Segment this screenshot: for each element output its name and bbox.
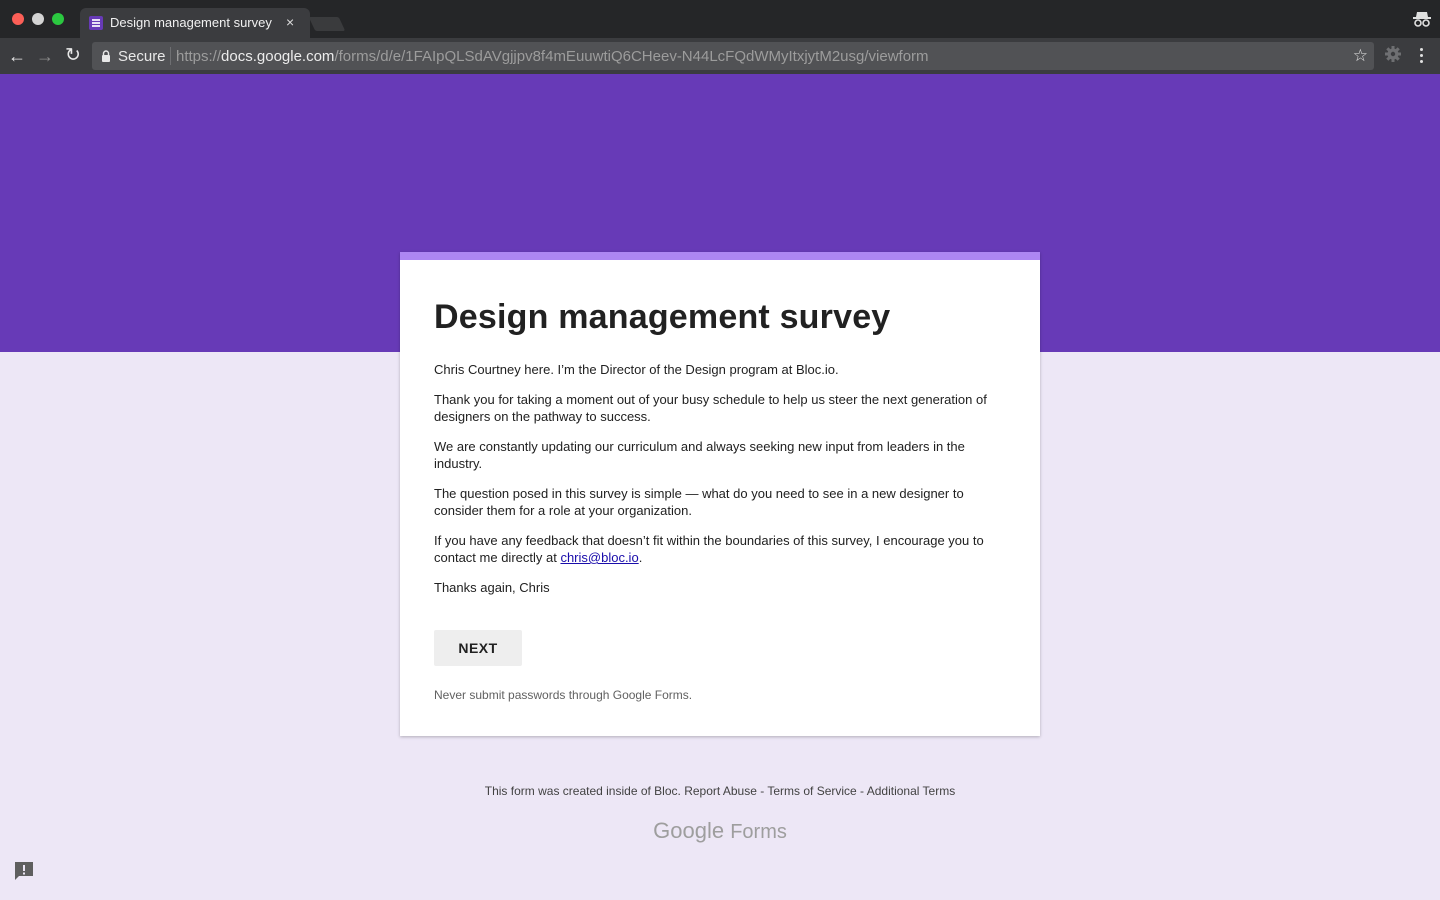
address-bar[interactable]: Secure https://docs.google.com/forms/d/e… bbox=[92, 42, 1374, 70]
tab-close-icon[interactable]: × bbox=[286, 14, 294, 30]
terms-of-service-link[interactable]: Terms of Service bbox=[767, 784, 856, 798]
form-title: Design management survey bbox=[434, 298, 891, 336]
description-paragraph: Thank you for taking a moment out of you… bbox=[434, 392, 987, 424]
forward-arrow-icon[interactable]: → bbox=[34, 45, 56, 67]
secure-label: Secure bbox=[118, 48, 166, 65]
lock-icon bbox=[102, 50, 110, 62]
url-scheme: https:// bbox=[176, 48, 222, 65]
browser-tab[interactable]: Design management survey × bbox=[80, 8, 310, 38]
url-text[interactable]: https://docs.google.com/forms/d/e/1FAIpQ… bbox=[176, 48, 929, 65]
description-paragraph: We are constantly updating our curriculu… bbox=[434, 439, 965, 471]
tab-title: Design management survey bbox=[110, 15, 272, 30]
google-forms-logo[interactable]: Google Forms bbox=[0, 818, 1440, 844]
maximize-window-button[interactable] bbox=[52, 13, 64, 25]
omnibox-divider bbox=[170, 47, 171, 65]
signature-paragraph: Thanks again, Chris bbox=[434, 580, 550, 595]
bookmark-star-icon[interactable]: ☆ bbox=[1353, 46, 1368, 66]
browser-toolbar: ← → ↻ Secure https://docs.google.com/for… bbox=[0, 38, 1440, 74]
report-abuse-link[interactable]: Report Abuse bbox=[684, 784, 757, 798]
logo-forms-text: Forms bbox=[730, 821, 787, 843]
footer-separator: - bbox=[856, 784, 867, 798]
next-button[interactable]: NEXT bbox=[434, 630, 522, 666]
footer-separator: - bbox=[756, 784, 768, 798]
feedback-icon[interactable] bbox=[13, 861, 35, 881]
minimize-window-button[interactable] bbox=[32, 13, 44, 25]
forms-list-icon bbox=[89, 16, 103, 30]
gear-icon[interactable] bbox=[1384, 45, 1402, 63]
form-description: Chris Courtney here. I’m the Director of… bbox=[434, 361, 1004, 609]
form-card: Design management survey Chris Courtney … bbox=[400, 252, 1040, 736]
form-card-accent bbox=[400, 252, 1040, 260]
email-link[interactable]: chris@bloc.io bbox=[560, 550, 638, 565]
reload-icon[interactable]: ↻ bbox=[62, 45, 84, 67]
url-host: docs.google.com bbox=[221, 48, 335, 65]
password-warning: Never submit passwords through Google Fo… bbox=[434, 688, 693, 702]
incognito-icon bbox=[1412, 10, 1432, 28]
description-paragraph: If you have any feedback that doesn’t fi… bbox=[434, 532, 1004, 566]
close-window-button[interactable] bbox=[12, 13, 24, 25]
url-path: /forms/d/e/1FAIpQLSdAVgjjpv8f4mEuuwtiQ6C… bbox=[334, 48, 929, 65]
additional-terms-link[interactable]: Additional Terms bbox=[867, 784, 956, 798]
kebab-menu-icon[interactable] bbox=[1414, 45, 1430, 65]
new-tab-button[interactable] bbox=[308, 17, 346, 31]
footer-links: This form was created inside of Bloc. Re… bbox=[0, 784, 1440, 798]
logo-google-text: Google bbox=[653, 818, 725, 843]
description-paragraph: The question posed in this survey is sim… bbox=[434, 486, 964, 518]
back-arrow-icon[interactable]: ← bbox=[6, 45, 28, 67]
footer-created-text: This form was created inside of Bloc. bbox=[484, 784, 681, 798]
browser-titlebar: Design management survey × bbox=[0, 0, 1440, 38]
description-paragraph: Chris Courtney here. I’m the Director of… bbox=[434, 362, 839, 377]
contact-text-end: . bbox=[638, 550, 643, 565]
contact-text: If you have any feedback that doesn’t fi… bbox=[434, 533, 984, 565]
